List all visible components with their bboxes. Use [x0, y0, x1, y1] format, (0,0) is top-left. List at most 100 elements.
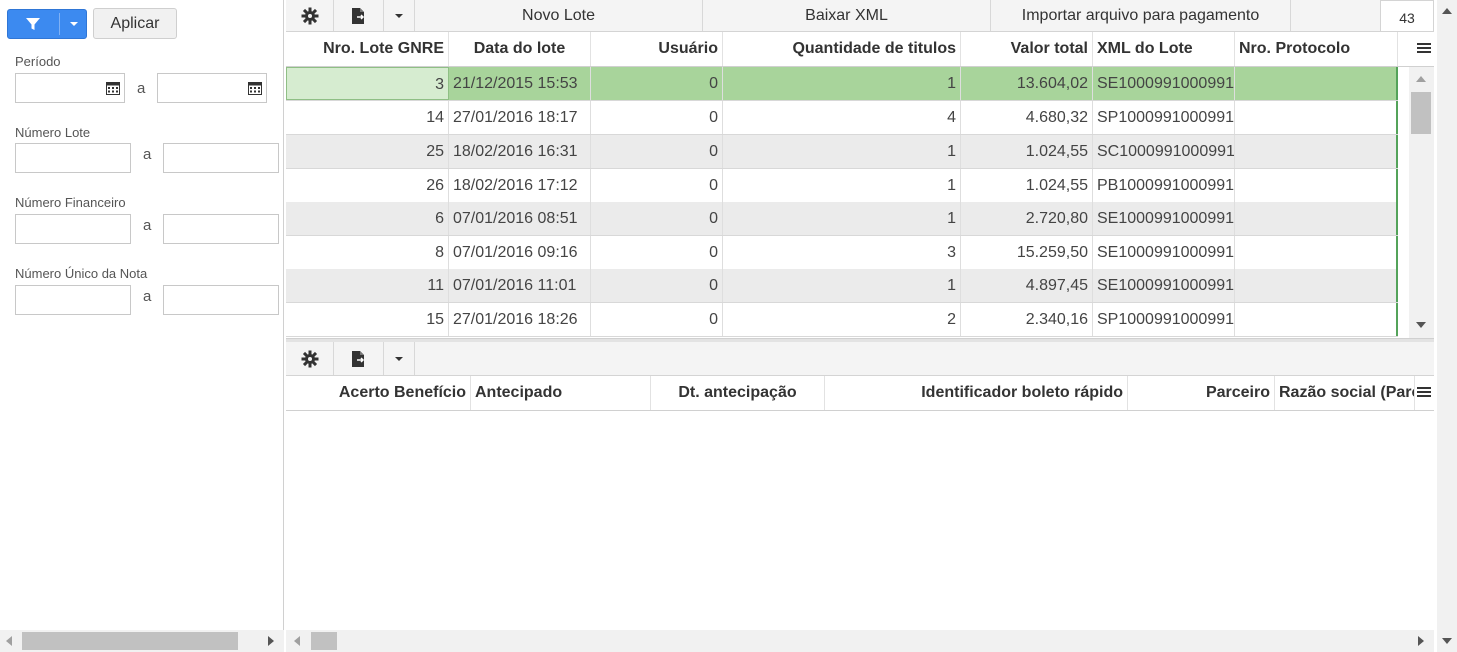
left-horizontal-scrollbar[interactable] — [0, 630, 284, 652]
table-row[interactable]: 8 07/01/2016 09:16 0 3 15.259,50 SE10009… — [286, 236, 1398, 270]
cell-lote[interactable]: 15 — [286, 303, 449, 336]
cell-valor[interactable]: 4.680,32 — [961, 101, 1093, 134]
cell-lote[interactable]: 3 — [286, 67, 449, 100]
cell-quantidade[interactable]: 2 — [723, 303, 961, 336]
cell-protocolo[interactable] — [1235, 303, 1398, 336]
cell-lote[interactable]: 14 — [286, 101, 449, 134]
periodo-from-input[interactable] — [16, 74, 101, 102]
cell-usuario[interactable]: 0 — [591, 236, 723, 269]
cell-data[interactable]: 07/01/2016 11:01 — [449, 269, 591, 302]
col-quantidade-titulos[interactable]: Quantidade de titulos — [723, 32, 961, 66]
table-row[interactable]: 15 27/01/2016 18:26 0 2 2.340,16 SP10009… — [286, 303, 1398, 337]
cell-quantidade[interactable]: 3 — [723, 236, 961, 269]
filter-dropdown-chevron-icon[interactable] — [60, 10, 87, 38]
table-row[interactable]: 25 18/02/2016 16:31 0 1 1.024,55 SC10009… — [286, 135, 1398, 169]
scroll-up-arrow-icon[interactable] — [1442, 8, 1452, 14]
cell-valor[interactable]: 1.024,55 — [961, 169, 1093, 202]
cell-xml[interactable]: PB1000991000991 — [1093, 169, 1235, 202]
col-usuario[interactable]: Usuário — [591, 32, 723, 66]
cell-lote[interactable]: 8 — [286, 236, 449, 269]
top-grid-vertical-scrollbar[interactable] — [1409, 67, 1434, 338]
cell-data[interactable]: 27/01/2016 18:26 — [449, 303, 591, 336]
cell-quantidade[interactable]: 1 — [723, 67, 961, 100]
periodo-to-field[interactable] — [157, 73, 267, 103]
cell-usuario[interactable]: 0 — [591, 101, 723, 134]
novo-lote-button[interactable]: Novo Lote — [415, 0, 703, 31]
filter-button[interactable] — [7, 9, 87, 39]
table-row[interactable]: 26 18/02/2016 17:12 0 1 1.024,55 PB10009… — [286, 169, 1398, 203]
filter-icon[interactable] — [8, 10, 58, 38]
cell-protocolo[interactable] — [1235, 202, 1398, 235]
bottom-horizontal-scrollbar[interactable] — [286, 630, 1434, 652]
cell-xml[interactable]: SP1000991000991 — [1093, 101, 1235, 134]
bottom-grid-menu-icon[interactable] — [1417, 385, 1431, 399]
top-settings-button[interactable] — [286, 0, 334, 31]
cell-protocolo[interactable] — [1235, 135, 1398, 168]
cell-data[interactable]: 27/01/2016 18:17 — [449, 101, 591, 134]
scroll-thumb[interactable] — [1411, 92, 1431, 134]
apply-button[interactable]: Aplicar — [93, 8, 177, 39]
cell-valor[interactable]: 4.897,45 — [961, 269, 1093, 302]
cell-protocolo[interactable] — [1235, 169, 1398, 202]
top-grid-menu-icon[interactable] — [1417, 41, 1431, 55]
col-parceiro[interactable]: Parceiro — [1128, 376, 1275, 410]
cell-protocolo[interactable] — [1235, 269, 1398, 302]
cell-quantidade[interactable]: 4 — [723, 101, 961, 134]
table-row[interactable]: 14 27/01/2016 18:17 0 4 4.680,32 SP10009… — [286, 101, 1398, 135]
col-nro-lote-gnre[interactable]: Nro. Lote GNRE — [286, 32, 449, 66]
cell-valor[interactable]: 2.340,16 — [961, 303, 1093, 336]
cell-lote[interactable]: 11 — [286, 269, 449, 302]
numero-lote-from-input[interactable] — [15, 143, 131, 173]
cell-xml[interactable]: SE1000991000991 — [1093, 67, 1235, 100]
top-export-dropdown[interactable] — [384, 0, 415, 31]
baixar-xml-button[interactable]: Baixar XML — [703, 0, 991, 31]
cell-xml[interactable]: SP1000991000991 — [1093, 303, 1235, 336]
cell-data[interactable]: 21/12/2015 15:53 — [449, 67, 591, 100]
calendar-icon[interactable] — [248, 81, 262, 95]
cell-data[interactable]: 07/01/2016 08:51 — [449, 202, 591, 235]
scroll-thumb[interactable] — [311, 632, 337, 650]
cell-lote[interactable]: 26 — [286, 169, 449, 202]
cell-usuario[interactable]: 0 — [591, 303, 723, 336]
cell-xml[interactable]: SC1000991000991 — [1093, 135, 1235, 168]
scroll-thumb[interactable] — [22, 632, 238, 650]
cell-protocolo[interactable] — [1235, 101, 1398, 134]
cell-data[interactable]: 18/02/2016 16:31 — [449, 135, 591, 168]
col-antecipado[interactable]: Antecipado — [471, 376, 651, 410]
col-xml-lote[interactable]: XML do Lote — [1093, 32, 1235, 66]
importar-arquivo-button[interactable]: Importar arquivo para pagamento — [991, 0, 1291, 31]
bottom-export-button[interactable] — [334, 342, 384, 375]
cell-valor[interactable]: 13.604,02 — [961, 67, 1093, 100]
numero-financeiro-to-input[interactable] — [163, 214, 279, 244]
cell-usuario[interactable]: 0 — [591, 269, 723, 302]
cell-lote[interactable]: 25 — [286, 135, 449, 168]
cell-usuario[interactable]: 0 — [591, 202, 723, 235]
col-dt-antecipacao[interactable]: Dt. antecipação — [651, 376, 825, 410]
scroll-left-arrow-icon[interactable] — [294, 636, 300, 646]
cell-quantidade[interactable]: 1 — [723, 202, 961, 235]
col-data-lote[interactable]: Data do lote — [449, 32, 591, 66]
cell-quantidade[interactable]: 1 — [723, 269, 961, 302]
cell-xml[interactable]: SE1000991000991 — [1093, 202, 1235, 235]
cell-usuario[interactable]: 0 — [591, 169, 723, 202]
cell-quantidade[interactable]: 1 — [723, 169, 961, 202]
numero-unico-to-input[interactable] — [163, 285, 279, 315]
col-identificador-boleto[interactable]: Identificador boleto rápido — [825, 376, 1128, 410]
scroll-right-arrow-icon[interactable] — [268, 636, 274, 646]
table-row[interactable]: 3 21/12/2015 15:53 0 1 13.604,02 SE10009… — [286, 67, 1398, 101]
col-acerto-beneficio[interactable]: Acerto Benefício — [286, 376, 471, 410]
page-vertical-scrollbar[interactable] — [1437, 0, 1457, 652]
col-razao-social[interactable]: Razão social (Parc — [1275, 376, 1415, 410]
cell-usuario[interactable]: 0 — [591, 67, 723, 100]
cell-valor[interactable]: 2.720,80 — [961, 202, 1093, 235]
bottom-export-dropdown[interactable] — [384, 342, 415, 375]
calendar-icon[interactable] — [106, 81, 120, 95]
bottom-settings-button[interactable] — [286, 342, 334, 375]
numero-financeiro-from-input[interactable] — [15, 214, 131, 244]
top-export-button[interactable] — [334, 0, 384, 31]
scroll-down-arrow-icon[interactable] — [1442, 638, 1452, 644]
cell-usuario[interactable]: 0 — [591, 135, 723, 168]
cell-valor[interactable]: 15.259,50 — [961, 236, 1093, 269]
numero-unico-from-input[interactable] — [15, 285, 131, 315]
cell-xml[interactable]: SE1000991000991 — [1093, 236, 1235, 269]
